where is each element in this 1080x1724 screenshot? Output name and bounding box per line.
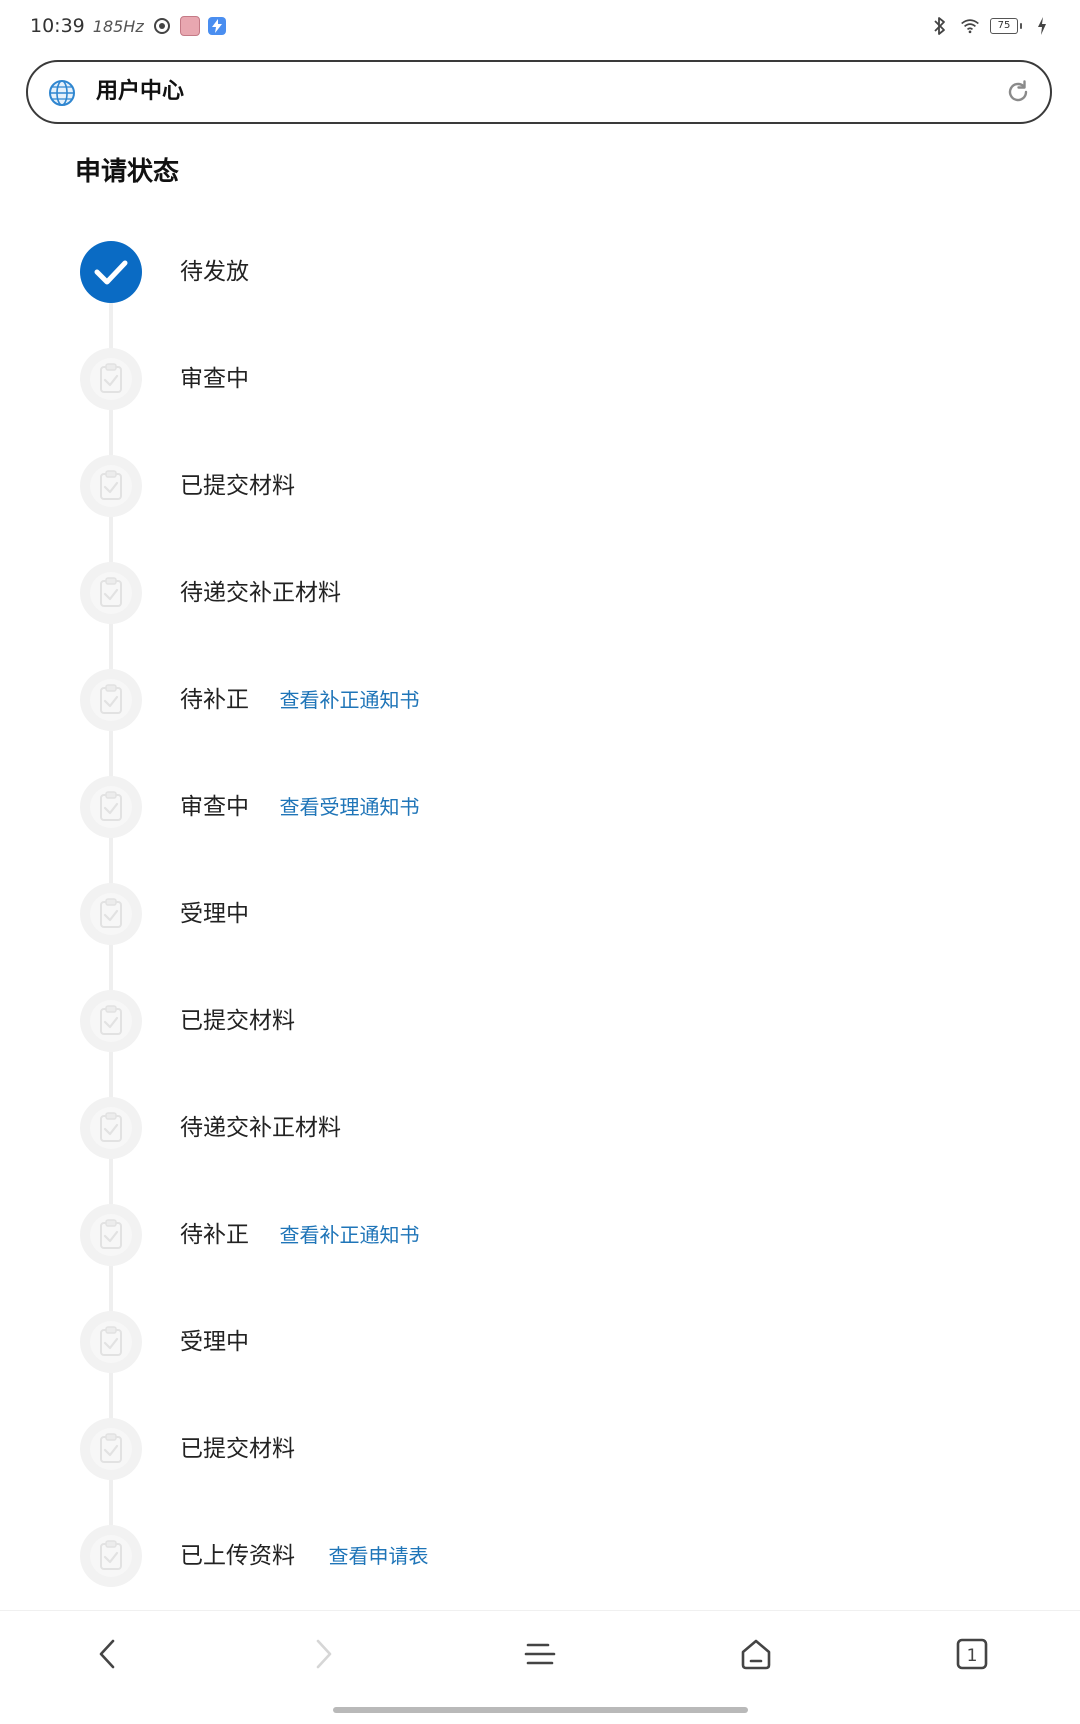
status-step: 已提交材料 bbox=[80, 455, 980, 517]
clipboard-check-icon bbox=[80, 669, 142, 731]
view-document-link[interactable]: 查看补正通知书 bbox=[280, 669, 420, 731]
step-label: 审查中 bbox=[180, 794, 249, 820]
gesture-home-indicator[interactable] bbox=[333, 1707, 748, 1713]
clipboard-check-icon bbox=[80, 348, 142, 410]
forward-button[interactable] bbox=[298, 1629, 348, 1679]
menu-icon bbox=[524, 1643, 556, 1665]
home-button[interactable] bbox=[731, 1629, 781, 1679]
status-step: 待递交补正材料 bbox=[80, 562, 980, 624]
status-step: 审查中 bbox=[80, 348, 980, 410]
step-label: 已提交材料 bbox=[180, 1436, 295, 1462]
check-circle-icon bbox=[80, 241, 142, 303]
status-step: 已提交材料 bbox=[80, 990, 980, 1052]
step-label: 待递交补正材料 bbox=[180, 1115, 341, 1141]
home-icon bbox=[741, 1639, 771, 1670]
clipboard-check-icon bbox=[80, 776, 142, 838]
step-label: 已提交材料 bbox=[180, 1008, 295, 1034]
step-label: 待补正 bbox=[180, 687, 249, 713]
status-step: 已提交材料 bbox=[80, 1418, 980, 1480]
status-step: 待递交补正材料 bbox=[80, 1097, 980, 1159]
tabs-button[interactable]: 1 bbox=[947, 1629, 997, 1679]
step-label: 已上传资料 bbox=[180, 1543, 295, 1569]
step-label: 审查中 bbox=[180, 366, 249, 392]
status-step: 已上传资料 查看申请表 bbox=[80, 1525, 980, 1587]
view-document-link[interactable]: 查看补正通知书 bbox=[280, 1204, 420, 1266]
clipboard-check-icon bbox=[80, 1418, 142, 1480]
step-label: 受理中 bbox=[180, 901, 249, 927]
step-label: 待补正 bbox=[180, 1222, 249, 1248]
back-icon bbox=[99, 1639, 115, 1669]
clipboard-check-icon bbox=[80, 990, 142, 1052]
status-step: 受理中 bbox=[80, 883, 980, 945]
clipboard-check-icon bbox=[80, 1204, 142, 1266]
status-timeline: 待发放 审查中 已提交材料 待递交补正材料 待补正 查看补正通知书 审查中 查看受理通知书 受理… bbox=[0, 0, 1080, 1610]
step-label: 待递交补正材料 bbox=[180, 580, 341, 606]
step-label: 受理中 bbox=[180, 1329, 249, 1355]
step-label: 已提交材料 bbox=[180, 473, 295, 499]
menu-button[interactable] bbox=[515, 1629, 565, 1679]
tab-count: 1 bbox=[967, 1646, 978, 1666]
clipboard-check-icon bbox=[80, 1525, 142, 1587]
tabs-icon: 1 bbox=[956, 1638, 988, 1670]
status-step: 待补正 查看补正通知书 bbox=[80, 669, 980, 731]
forward-icon bbox=[316, 1639, 332, 1669]
clipboard-check-icon bbox=[80, 1097, 142, 1159]
status-step: 受理中 bbox=[80, 1311, 980, 1373]
view-document-link[interactable]: 查看申请表 bbox=[329, 1525, 429, 1587]
back-button[interactable] bbox=[83, 1629, 133, 1679]
clipboard-check-icon bbox=[80, 1311, 142, 1373]
clipboard-check-icon bbox=[80, 455, 142, 517]
status-step: 审查中 查看受理通知书 bbox=[80, 776, 980, 838]
status-step: 待补正 查看补正通知书 bbox=[80, 1204, 980, 1266]
bottom-nav: 1 bbox=[0, 1610, 1080, 1724]
view-document-link[interactable]: 查看受理通知书 bbox=[280, 776, 420, 838]
clipboard-check-icon bbox=[80, 883, 142, 945]
step-label: 待发放 bbox=[180, 259, 249, 285]
clipboard-check-icon bbox=[80, 562, 142, 624]
status-step: 待发放 bbox=[80, 241, 980, 303]
